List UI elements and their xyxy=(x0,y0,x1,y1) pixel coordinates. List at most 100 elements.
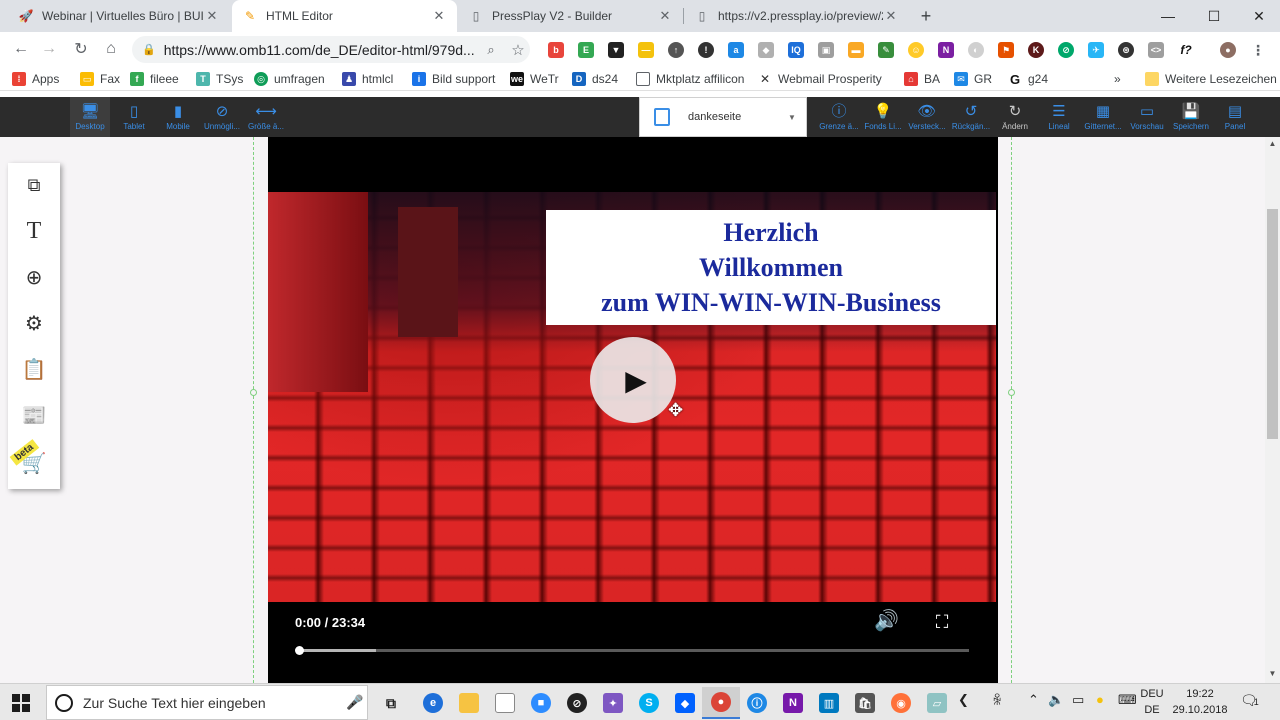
bookmark-webmail[interactable]: ✕ Webmail Prosperity xyxy=(758,70,882,88)
extension-icon[interactable]: N xyxy=(938,42,954,58)
taskbar-firefox[interactable]: ◉ xyxy=(882,687,920,719)
notification-center-icon[interactable]: 🗨1 xyxy=(1240,692,1259,709)
avatar[interactable]: ● xyxy=(1220,42,1236,58)
tray-overflow-icon[interactable]: ❮ xyxy=(958,692,969,708)
bookmark-ba[interactable]: ⌂ BA xyxy=(904,70,940,88)
volume-icon[interactable]: 🔊 xyxy=(874,608,899,633)
progress-handle[interactable] xyxy=(295,646,304,655)
bookmark-fax[interactable]: ▭ Fax xyxy=(80,70,120,88)
taskbar-app[interactable]: ⊘ xyxy=(558,687,596,719)
extension-icon[interactable]: — xyxy=(638,42,654,58)
address-bar[interactable]: 🔒 https://www.omb11.com/de_DE/editor-htm… xyxy=(132,36,530,63)
close-icon[interactable]: ✕ xyxy=(657,8,673,24)
fullscreen-icon[interactable]: ⛶ xyxy=(930,610,954,634)
bookmark-htmlcl[interactable]: ♟ htmlcl xyxy=(342,70,393,88)
extension-icon[interactable]: <> xyxy=(1148,42,1164,58)
undo-button[interactable]: ↺ Rückgän... xyxy=(951,97,991,137)
border-button[interactable]: ⓘ Grenze ä... xyxy=(819,97,859,137)
grid-button[interactable]: ▦ Gitternet... xyxy=(1083,97,1123,137)
save-button[interactable]: 💾 Speichern xyxy=(1171,97,1211,137)
taskbar-chrome[interactable]: ● xyxy=(702,687,740,719)
page-select[interactable]: dankeseite ▼ xyxy=(639,97,807,137)
bookmarks-overflow[interactable]: » xyxy=(1114,70,1121,88)
clipboard-icon[interactable]: 📋 xyxy=(20,355,48,383)
new-tab-button[interactable]: + xyxy=(915,5,937,27)
scrollbar-thumb[interactable] xyxy=(1267,209,1278,439)
panel-button[interactable]: ▤ Panel xyxy=(1215,97,1255,137)
bookmark-apps[interactable]: ⁞ Apps xyxy=(12,70,59,88)
taskbar-edge[interactable]: e xyxy=(414,687,452,719)
extension-icon[interactable]: ! xyxy=(698,42,714,58)
taskbar-explorer[interactable] xyxy=(450,687,488,719)
bookmark-ds24[interactable]: Dds24 xyxy=(572,70,618,88)
scroll-down-arrow[interactable]: ▼ xyxy=(1265,669,1280,678)
bookmark-fileee[interactable]: f fileee xyxy=(130,70,179,88)
bookmark-gr[interactable]: ✉ GR xyxy=(954,70,992,88)
hide-button[interactable]: 👁 Versteck... xyxy=(907,97,947,137)
weather-icon[interactable]: ● xyxy=(1096,692,1104,707)
zoom-icon[interactable]: ⌕ xyxy=(480,42,502,58)
tab-html-editor[interactable]: ✎ HTML Editor ✕ xyxy=(232,0,457,32)
task-view-button[interactable]: ⧉ xyxy=(372,687,410,719)
extension-icon[interactable]: ☺ xyxy=(908,42,924,58)
extension-icon[interactable]: ◆ xyxy=(758,42,774,58)
taskbar-skype[interactable]: S xyxy=(630,687,668,719)
extension-icon[interactable]: b xyxy=(548,42,564,58)
bookmark-tsys[interactable]: T TSys xyxy=(196,70,243,88)
close-window-button[interactable]: ✕ xyxy=(1236,0,1280,32)
taskbar-trello[interactable]: ▥ xyxy=(810,687,848,719)
right-guide-handle[interactable] xyxy=(1008,389,1015,396)
reload-button[interactable]: ↻ xyxy=(70,38,92,60)
close-icon[interactable]: ✕ xyxy=(431,8,447,24)
language-indicator[interactable]: DEU DE xyxy=(1140,686,1164,718)
keyboard-icon[interactable]: ⌨ xyxy=(1118,692,1137,708)
preview-button[interactable]: ▭ Vorschau xyxy=(1127,97,1167,137)
bookmark-star-icon[interactable]: ☆ xyxy=(506,41,530,59)
bookmark-mktplatz[interactable]: Mktplatz affilicon xyxy=(636,70,744,88)
maximize-button[interactable]: ☐ xyxy=(1191,0,1237,32)
extension-icon[interactable]: ▣ xyxy=(818,42,834,58)
close-icon[interactable]: ✕ xyxy=(883,8,899,24)
fonds-button[interactable]: 💡 Fonds Li... xyxy=(863,97,903,137)
minimize-button[interactable]: — xyxy=(1145,0,1191,32)
taskbar-search[interactable]: Zur Suche Text hier eingeben 🎤 xyxy=(46,685,368,720)
volume-icon[interactable]: 🔈 xyxy=(1048,692,1064,708)
network-icon[interactable]: ▭ xyxy=(1072,692,1084,708)
chevron-up-icon[interactable]: ⌃ xyxy=(1028,692,1039,708)
video-progress-bar[interactable] xyxy=(295,646,969,655)
device-desktop-button[interactable]: 🖥 Desktop xyxy=(70,97,110,137)
play-button[interactable]: ▶ xyxy=(590,337,676,423)
device-mobile-button[interactable]: ▮ Mobile xyxy=(158,97,198,137)
extension-icon[interactable]: f? xyxy=(1178,42,1194,58)
extension-icon[interactable]: ◐ xyxy=(968,42,984,58)
tab-webinar[interactable]: 🚀 Webinar | Virtuelles Büro | BUILD ✕ xyxy=(8,0,230,32)
taskbar-store[interactable]: 🛍 xyxy=(846,687,884,719)
impossible-button[interactable]: ⊘ Unmögli... xyxy=(202,97,242,137)
extension-icon[interactable]: ⊛ xyxy=(1118,42,1134,58)
bookmark-umfragen[interactable]: ◎ umfragen xyxy=(254,70,325,88)
taskbar-app[interactable]: ▱ xyxy=(918,687,956,719)
bookmark-wetr[interactable]: we WeTr xyxy=(510,70,559,88)
add-icon[interactable]: ⊕ xyxy=(20,263,48,291)
taskbar-app[interactable]: ✦ xyxy=(594,687,632,719)
bookmark-other[interactable]: Weitere Lesezeichen xyxy=(1145,70,1277,88)
system-clock[interactable]: 19:22 29.10.2018 xyxy=(1172,686,1228,718)
bookmark-bild-support[interactable]: i Bild support xyxy=(412,70,495,88)
taskbar-zoom[interactable]: ■ xyxy=(522,687,560,719)
extension-icon[interactable]: a xyxy=(728,42,744,58)
extension-icon[interactable]: ✎ xyxy=(878,42,894,58)
taskbar-notepad[interactable] xyxy=(486,687,524,719)
people-icon[interactable]: ꆜ xyxy=(992,692,1002,709)
extension-icon[interactable]: ▬ xyxy=(848,42,864,58)
ruler-button[interactable]: ☰ Lineal xyxy=(1039,97,1079,137)
menu-icon[interactable]: ⋮ xyxy=(1250,42,1266,58)
bookmark-g24[interactable]: Gg24 xyxy=(1008,70,1048,88)
redo-button[interactable]: ↻ Ändern xyxy=(995,97,1035,137)
extension-icon[interactable]: K xyxy=(1028,42,1044,58)
back-button[interactable]: ← xyxy=(10,38,32,60)
windows-start-icon[interactable] xyxy=(12,694,30,712)
forward-button[interactable]: → xyxy=(38,38,60,60)
device-tablet-button[interactable]: ▯ Tablet xyxy=(114,97,154,137)
extension-icon[interactable]: ▼ xyxy=(608,42,624,58)
left-guide-handle[interactable] xyxy=(250,389,257,396)
